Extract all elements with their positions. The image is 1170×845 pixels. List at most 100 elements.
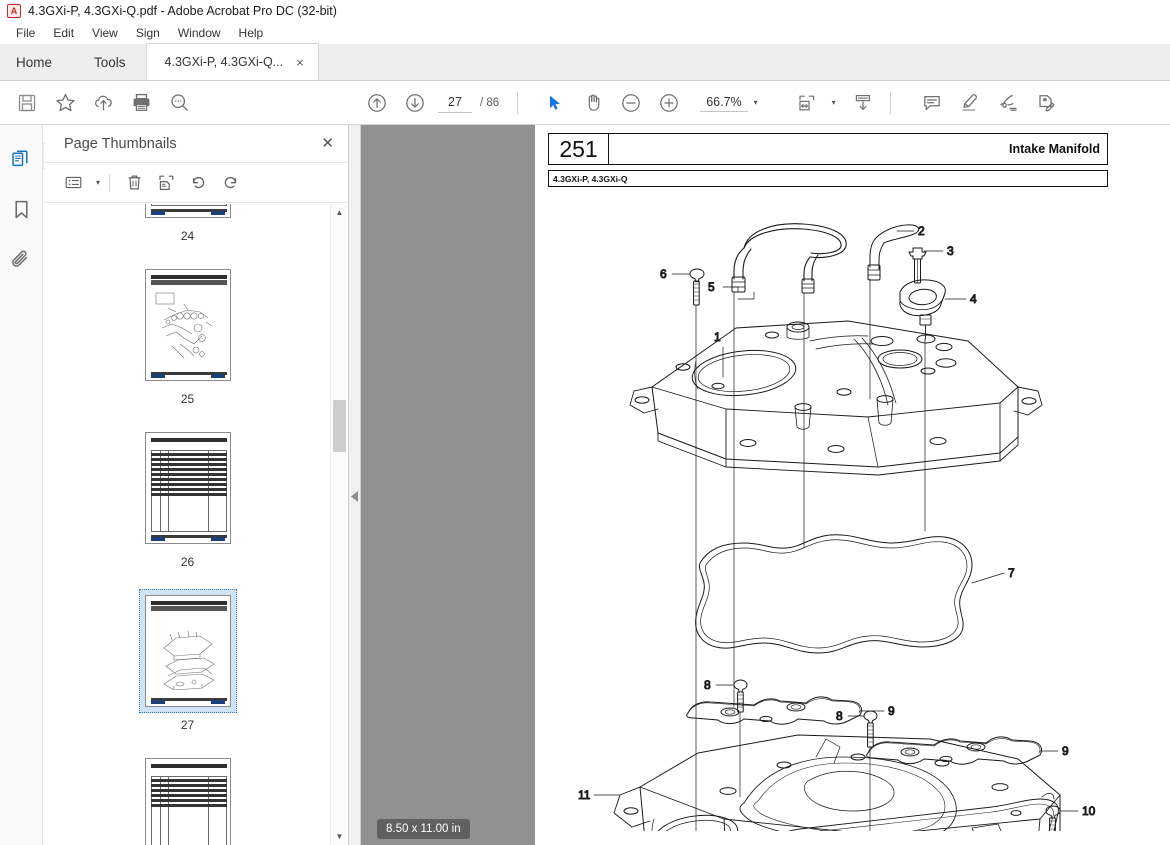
- thumbnail-page-number: 24: [180, 229, 195, 243]
- tab-document[interactable]: 4.3GXi-P, 4.3GXi-Q... ×: [145, 43, 319, 80]
- list-options-icon[interactable]: [58, 169, 88, 197]
- toolbar-view-group: ▾: [788, 84, 882, 122]
- next-page-button[interactable]: [396, 84, 434, 122]
- page-size-badge: 8.50 x 11.00 in: [377, 819, 470, 839]
- callout-3: 3: [947, 244, 954, 258]
- bookmarks-icon[interactable]: [7, 195, 35, 223]
- menu-sign[interactable]: Sign: [127, 24, 169, 42]
- thumbnail-box[interactable]: [139, 752, 237, 845]
- menu-edit[interactable]: Edit: [44, 24, 83, 42]
- thumbnail-item-selected[interactable]: 27: [44, 589, 331, 732]
- chevron-left-icon: [350, 490, 358, 502]
- rotate-right-icon[interactable]: [215, 169, 245, 197]
- pdf-page: 251 Intake Manifold 4.3GXi-P, 4.3GXi-Q 1…: [535, 125, 1170, 845]
- callout-7: 7: [1008, 566, 1015, 580]
- callout-2: 2: [918, 224, 925, 238]
- panel-splitter[interactable]: [349, 125, 361, 845]
- print-icon[interactable]: [122, 84, 160, 122]
- thumbnail-page-preview: [144, 432, 231, 544]
- menu-view[interactable]: View: [83, 24, 127, 42]
- previous-page-button[interactable]: [358, 84, 396, 122]
- extract-pages-icon[interactable]: [151, 169, 181, 197]
- scrollbar-thumb[interactable]: [333, 400, 346, 452]
- toolbar-tools-group: 66.7% ▾: [536, 84, 758, 122]
- thumbnail-item[interactable]: 28: [44, 752, 331, 845]
- chevron-down-icon[interactable]: ▾: [754, 98, 758, 107]
- comment-icon[interactable]: [913, 84, 951, 122]
- callout-11: 11: [578, 788, 591, 802]
- panel-toolbar: ▾: [44, 163, 348, 203]
- acrobat-window: A 4.3GXi-P, 4.3GXi-Q.pdf - Adobe Acrobat…: [0, 0, 1170, 845]
- callout-6: 6: [660, 267, 667, 281]
- close-icon[interactable]: ✕: [321, 136, 334, 151]
- model-line: 4.3GXi-P, 4.3GXi-Q: [548, 170, 1108, 187]
- search-icon[interactable]: [160, 84, 198, 122]
- scroll-mode-icon[interactable]: [844, 84, 882, 122]
- toolbar-nav-group: / 86: [358, 84, 499, 122]
- title-bar: A 4.3GXi-P, 4.3GXi-Q.pdf - Adobe Acrobat…: [0, 0, 1170, 22]
- thumbnail-page-number: 26: [180, 555, 195, 569]
- thumbnail-box[interactable]: [139, 263, 237, 387]
- zoom-in-button[interactable]: [650, 84, 688, 122]
- delete-pages-icon[interactable]: [119, 169, 149, 197]
- list-options-chevron-icon[interactable]: ▾: [96, 178, 100, 187]
- thumbnail-box[interactable]: [139, 426, 237, 550]
- toolbar-divider-2: [889, 91, 891, 114]
- main-toolbar: / 86: [0, 81, 1170, 125]
- thumbnail-box[interactable]: [139, 204, 237, 224]
- thumbnail-page-preview: [144, 204, 231, 218]
- thumbnail-page-number: 25: [180, 392, 195, 406]
- menu-bar: File Edit View Sign Window Help: [0, 22, 1170, 44]
- thumbnail-scrollbar[interactable]: ▲ ▼: [330, 204, 347, 845]
- collapse-panel-button[interactable]: [349, 475, 361, 517]
- thumbnail-list[interactable]: 24 25 26 27: [44, 204, 331, 845]
- callout-8-right: 8: [836, 709, 843, 723]
- exploded-parts-diagram: 1 2 3 4 5 6 7 8 9 8 9 10 11: [548, 191, 1108, 831]
- thumbnail-item[interactable]: 25: [44, 263, 331, 406]
- thumbnail-page-preview: [144, 595, 231, 707]
- select-cursor-icon[interactable]: [536, 84, 574, 122]
- menu-window[interactable]: Window: [169, 24, 230, 42]
- callout-1: 1: [714, 330, 721, 344]
- zoom-level-value: 66.7%: [700, 93, 748, 112]
- document-viewer[interactable]: 251 Intake Manifold 4.3GXi-P, 4.3GXi-Q 1…: [361, 125, 1170, 845]
- page-thumbnails-icon[interactable]: [7, 145, 35, 173]
- callout-9-left: 9: [888, 704, 895, 718]
- panel-title: Page Thumbnails: [64, 135, 177, 152]
- page-number-box: 251: [548, 133, 609, 165]
- thumbnail-item[interactable]: 24: [44, 204, 331, 243]
- thumbnail-box[interactable]: [138, 589, 237, 713]
- thumbnail-page-preview: [144, 269, 231, 381]
- tab-home[interactable]: Home: [0, 44, 75, 80]
- menu-file[interactable]: File: [7, 24, 44, 42]
- save-icon[interactable]: [8, 84, 46, 122]
- sign-icon[interactable]: [989, 84, 1027, 122]
- zoom-out-button[interactable]: [612, 84, 650, 122]
- page-number-input[interactable]: [438, 92, 472, 113]
- zoom-level-dropdown[interactable]: 66.7% ▾: [700, 93, 758, 112]
- section-title: Intake Manifold: [609, 133, 1108, 165]
- menu-help[interactable]: Help: [230, 24, 273, 42]
- callout-5: 5: [708, 280, 715, 294]
- star-icon[interactable]: [46, 84, 84, 122]
- rotate-left-icon[interactable]: [183, 169, 213, 197]
- attachments-icon[interactable]: [7, 245, 35, 273]
- close-icon[interactable]: ×: [296, 56, 304, 69]
- fill-sign-icon[interactable]: [1027, 84, 1065, 122]
- page-content: 251 Intake Manifold 4.3GXi-P, 4.3GXi-Q 1…: [548, 133, 1108, 833]
- highlight-icon[interactable]: [951, 84, 989, 122]
- tab-tools[interactable]: Tools: [74, 44, 146, 80]
- callout-9-right: 9: [1062, 744, 1069, 758]
- scroll-up-icon[interactable]: ▲: [331, 204, 348, 221]
- thumbnail-item[interactable]: 26: [44, 426, 331, 569]
- toolbar-file-group: [8, 84, 198, 122]
- page-total-label: / 86: [480, 96, 500, 109]
- fit-page-icon[interactable]: [788, 84, 826, 122]
- hand-icon[interactable]: [574, 84, 612, 122]
- tab-strip: Home Tools 4.3GXi-P, 4.3GXi-Q... ×: [0, 43, 1170, 81]
- panel-toolbar-divider: [109, 173, 111, 192]
- fit-page-chevron-icon[interactable]: ▾: [832, 98, 836, 107]
- toolbar-annotate-group: [913, 84, 1065, 122]
- upload-cloud-icon[interactable]: [84, 84, 122, 122]
- scroll-down-icon[interactable]: ▼: [331, 828, 348, 845]
